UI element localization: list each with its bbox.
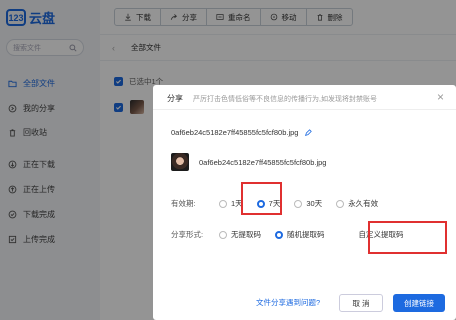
validity-option-permanent[interactable]: 永久有效 bbox=[336, 198, 378, 209]
file-name-text: 0af6eb24c5182e7ff45855fc5fcf80b.jpg bbox=[171, 128, 299, 137]
share-dialog: 分享 严厉打击色情低俗等不良信息的传播行为,如发现将封禁账号 × 0af6eb2… bbox=[153, 85, 456, 320]
radio-label: 30天 bbox=[306, 199, 323, 208]
highlight-box-custom-code bbox=[368, 221, 447, 254]
file-preview: 0af6eb24c5182e7ff45855fc5fcf80b.jpg bbox=[171, 153, 326, 171]
validity-option-1day[interactable]: 1天 bbox=[219, 198, 243, 209]
close-icon[interactable]: × bbox=[437, 90, 444, 104]
radio-label: 无提取码 bbox=[231, 230, 261, 239]
create-link-button[interactable]: 创建链接 bbox=[393, 294, 445, 312]
radio-circle bbox=[336, 199, 345, 208]
form-option-no-code[interactable]: 无提取码 bbox=[219, 229, 261, 240]
radio-label: 随机提取码 bbox=[287, 230, 325, 239]
help-link[interactable]: 文件分享遇到问题? bbox=[256, 297, 320, 308]
edit-icon[interactable] bbox=[304, 128, 313, 137]
form-option-random-code[interactable]: 随机提取码 bbox=[275, 229, 325, 240]
preview-file-name: 0af6eb24c5182e7ff45855fc5fcf80b.jpg bbox=[199, 157, 327, 167]
radio-circle bbox=[219, 199, 227, 208]
dialog-notice: 严厉打击色情低俗等不良信息的传播行为,如发现将封禁账号 bbox=[193, 96, 377, 103]
radio-circle bbox=[294, 199, 303, 208]
radio-circle-selected bbox=[275, 230, 283, 239]
radio-circle bbox=[219, 230, 227, 239]
highlight-box-7days bbox=[241, 182, 282, 215]
share-file-name: 0af6eb24c5182e7ff45855fc5fcf80b.jpg bbox=[171, 128, 313, 137]
validity-label: 有效期: bbox=[171, 199, 196, 208]
cancel-button[interactable]: 取 消 bbox=[339, 294, 383, 312]
divider bbox=[153, 109, 456, 110]
dialog-header: 分享 严厉打击色情低俗等不良信息的传播行为,如发现将封禁账号 bbox=[167, 93, 377, 104]
validity-option-30days[interactable]: 30天 bbox=[294, 198, 322, 209]
radio-label: 永久有效 bbox=[348, 199, 379, 208]
dialog-title: 分享 bbox=[167, 94, 183, 103]
share-form-label: 分享形式: bbox=[171, 230, 204, 239]
image-thumbnail bbox=[171, 153, 189, 171]
